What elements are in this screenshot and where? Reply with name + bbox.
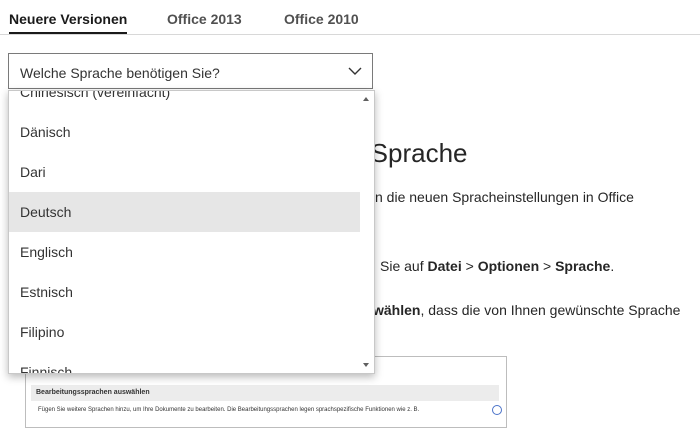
language-option[interactable]: Dari — [9, 152, 360, 192]
info-icon — [492, 405, 502, 415]
p3-bold: wählen — [373, 302, 421, 318]
language-option[interactable]: Englisch — [9, 232, 360, 272]
tab-office-2010[interactable]: Office 2010 — [284, 11, 359, 27]
p2-sprache: Sprache — [555, 258, 611, 274]
p2-sep2: > — [539, 258, 556, 274]
p2-sep1: > — [461, 258, 478, 274]
language-option[interactable]: Chinesisch (vereinfacht) — [9, 91, 360, 112]
article-paragraph-2: Sie auf Datei > Optionen > Sprache. — [380, 258, 614, 274]
article-paragraph-1: n die neuen Spracheinstellungen in Offic… — [375, 189, 634, 205]
scroll-down-arrow-icon[interactable] — [363, 363, 369, 367]
preview-text: Fügen Sie weitere Sprachen hinzu, um Ihr… — [38, 407, 420, 413]
language-option[interactable]: Dänisch — [9, 112, 360, 152]
p2-optionen: Optionen — [477, 258, 540, 274]
language-option[interactable]: Finnisch — [9, 352, 360, 373]
language-option-selected[interactable]: Deutsch — [9, 192, 360, 232]
chevron-down-icon — [348, 67, 362, 75]
language-options: Chinesisch (vereinfacht) Dänisch Dari De… — [9, 91, 360, 373]
version-tabs: Neuere Versionen Office 2013 Office 2010 — [0, 0, 700, 35]
p2-prefix: Sie auf — [380, 258, 428, 274]
article-heading: -Sprache — [362, 138, 468, 168]
p3-rest: , dass die von Ihnen gewünschte Sprache — [420, 302, 681, 318]
language-dropdown-list[interactable]: Chinesisch (vereinfacht) Dänisch Dari De… — [8, 90, 375, 374]
language-option[interactable]: Filipino — [9, 312, 360, 352]
p2-datei: Datei — [427, 258, 462, 274]
language-option[interactable]: Estnisch — [9, 272, 360, 312]
language-select-label: Welche Sprache benötigen Sie? — [20, 65, 220, 81]
tab-newer-versions[interactable]: Neuere Versionen — [9, 11, 128, 34]
tab-office-2013[interactable]: Office 2013 — [167, 11, 242, 27]
dropdown-scrollbar[interactable] — [360, 91, 374, 373]
language-select[interactable]: Welche Sprache benötigen Sie? — [8, 53, 373, 89]
article-paragraph-3: wählen, dass die von Ihnen gewünschte Sp… — [373, 302, 680, 318]
p2-suffix: . — [610, 258, 615, 274]
preview-title: Bearbeitungssprachen auswählen — [36, 389, 150, 396]
scroll-up-arrow-icon[interactable] — [363, 97, 369, 101]
